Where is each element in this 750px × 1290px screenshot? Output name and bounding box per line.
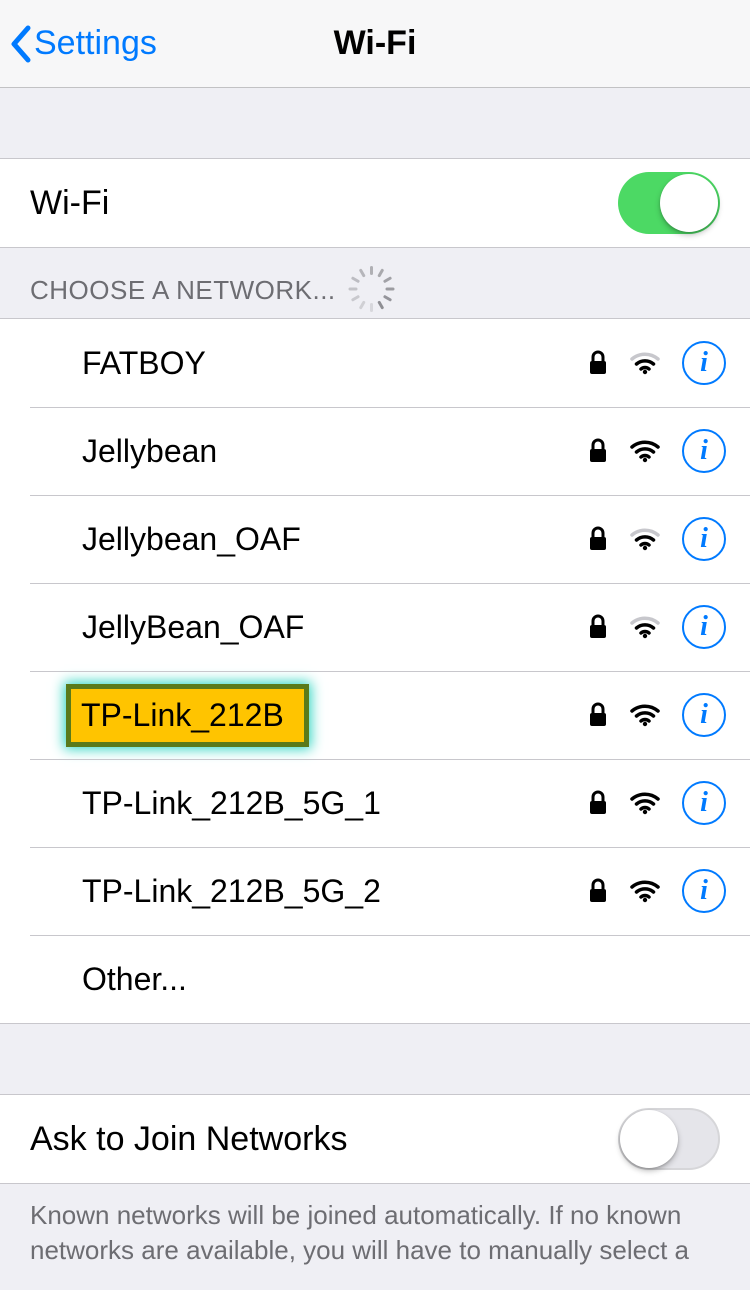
wifi-signal-icon: [630, 703, 660, 727]
info-button[interactable]: i: [682, 869, 726, 913]
lock-icon: [588, 790, 608, 816]
network-icons: i: [588, 517, 726, 561]
network-row[interactable]: TP-Link_212B_5G_1 i: [0, 759, 750, 847]
network-name-label: TP-Link_212B_5G_2: [82, 873, 381, 910]
network-row[interactable]: FATBOY i: [0, 319, 750, 407]
nav-header: Settings Wi-Fi: [0, 0, 750, 88]
lock-icon: [588, 878, 608, 904]
ask-join-label: Ask to Join Networks: [30, 1120, 618, 1159]
page-title: Wi-Fi: [334, 24, 417, 63]
lock-icon: [588, 526, 608, 552]
info-button[interactable]: i: [682, 693, 726, 737]
lock-icon: [588, 438, 608, 464]
info-button[interactable]: i: [682, 341, 726, 385]
chevron-left-icon: [8, 24, 32, 64]
ask-join-group: Ask to Join Networks: [0, 1094, 750, 1184]
network-name: TP-Link_212B_5G_1: [82, 785, 588, 822]
lock-icon: [588, 702, 608, 728]
network-name-label: TP-Link_212B_5G_1: [82, 785, 381, 822]
wifi-signal-icon: [630, 351, 660, 375]
network-icons: i: [588, 693, 726, 737]
wifi-signal-icon: [630, 791, 660, 815]
network-icons: i: [588, 869, 726, 913]
network-icons: i: [588, 341, 726, 385]
back-button[interactable]: Settings: [8, 0, 157, 87]
lock-icon: [588, 614, 608, 640]
network-icons: i: [588, 605, 726, 649]
network-name: TP-Link_212B: [82, 684, 588, 747]
wifi-signal-icon: [630, 439, 660, 463]
network-icons: i: [588, 781, 726, 825]
network-row[interactable]: JellyBean_OAF i: [0, 583, 750, 671]
network-row[interactable]: TP-Link_212B i: [0, 671, 750, 759]
info-button[interactable]: i: [682, 429, 726, 473]
spacer: [0, 88, 750, 158]
ask-join-toggle[interactable]: [618, 1108, 720, 1170]
wifi-signal-icon: [630, 527, 660, 551]
back-label: Settings: [34, 24, 157, 63]
info-button[interactable]: i: [682, 605, 726, 649]
loading-spinner-icon: [354, 280, 386, 312]
wifi-toggle[interactable]: [618, 172, 720, 234]
wifi-toggle-row: Wi-Fi: [0, 159, 750, 247]
wifi-toggle-group: Wi-Fi: [0, 158, 750, 248]
network-name: Jellybean_OAF: [82, 521, 588, 558]
network-name: FATBOY: [82, 345, 588, 382]
network-row[interactable]: TP-Link_212B_5G_2 i: [0, 847, 750, 935]
network-name-label: Jellybean_OAF: [82, 521, 301, 558]
info-button[interactable]: i: [682, 517, 726, 561]
network-row[interactable]: Jellybean i: [0, 407, 750, 495]
footer-text: Known networks will be joined automatica…: [0, 1184, 750, 1268]
wifi-signal-icon: [630, 615, 660, 639]
highlighted-network-label: TP-Link_212B: [66, 684, 309, 747]
other-network-row[interactable]: Other...: [0, 935, 750, 1023]
info-button[interactable]: i: [682, 781, 726, 825]
network-name-label: JellyBean_OAF: [82, 609, 304, 646]
toggle-knob: [620, 1110, 678, 1168]
network-row[interactable]: Jellybean_OAF i: [0, 495, 750, 583]
lock-icon: [588, 350, 608, 376]
wifi-signal-icon: [630, 879, 660, 903]
other-network-label: Other...: [82, 961, 726, 998]
ask-join-row: Ask to Join Networks: [0, 1095, 750, 1183]
network-name: JellyBean_OAF: [82, 609, 588, 646]
toggle-knob: [660, 174, 718, 232]
network-name-label: Jellybean: [82, 433, 217, 470]
network-list: FATBOYiJellybeaniJellybean_OAFiJellyBean…: [0, 318, 750, 1024]
spacer: [0, 1024, 750, 1094]
wifi-toggle-label: Wi-Fi: [30, 184, 618, 223]
network-icons: i: [588, 429, 726, 473]
network-name: TP-Link_212B_5G_2: [82, 873, 588, 910]
choose-network-header: CHOOSE A NETWORK...: [0, 248, 750, 318]
network-name: Jellybean: [82, 433, 588, 470]
choose-network-label: CHOOSE A NETWORK...: [30, 275, 336, 306]
network-name-label: FATBOY: [82, 345, 206, 382]
